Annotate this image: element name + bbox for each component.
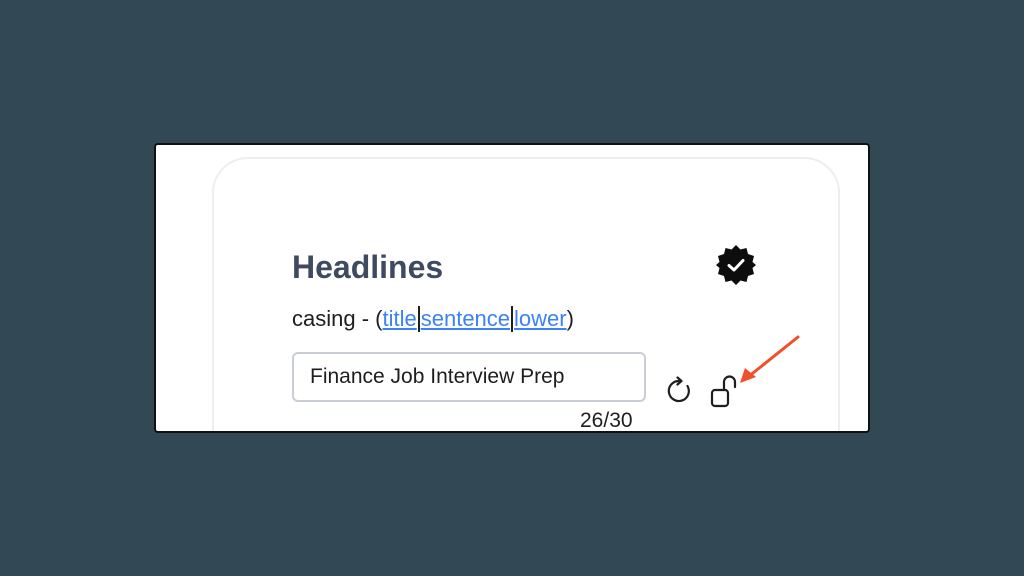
casing-title-link[interactable]: title xyxy=(382,306,416,331)
casing-separator xyxy=(511,306,514,332)
casing-separator xyxy=(417,306,420,332)
casing-lower-link[interactable]: lower xyxy=(514,306,567,331)
casing-label: casing - ( xyxy=(292,306,383,331)
section-title: Headlines xyxy=(292,249,444,285)
red-arrow xyxy=(740,335,800,383)
screenshot-frame: Headlines casing - (title sentence lower) … xyxy=(154,143,870,433)
verified-badge-icon xyxy=(716,245,756,285)
refresh-icon xyxy=(667,376,690,403)
casing-close-paren: ) xyxy=(566,306,574,331)
headline-input[interactable] xyxy=(292,352,646,402)
casing-sentence-link[interactable]: sentence xyxy=(421,306,510,331)
character-count: 26/30 xyxy=(580,409,633,432)
casing-selector: casing - (title sentence lower) xyxy=(292,305,574,333)
refresh-button[interactable] xyxy=(664,375,696,407)
